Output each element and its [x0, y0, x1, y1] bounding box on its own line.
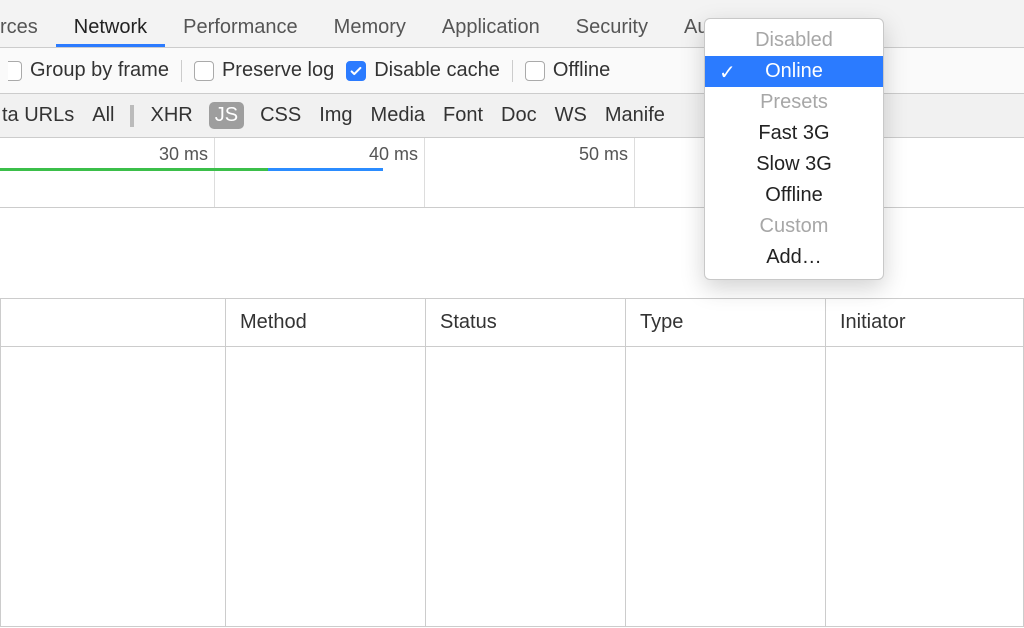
disable-cache-label: Disable cache [374, 59, 500, 82]
filter-all[interactable]: All [90, 104, 116, 127]
menu-item-fast-3g[interactable]: Fast 3G [705, 118, 883, 149]
checkbox-icon [8, 61, 22, 81]
toolbar-separator [512, 60, 513, 82]
tab-memory[interactable]: Memory [316, 6, 424, 47]
filter-manifest-truncated[interactable]: Manife [603, 104, 667, 127]
column-type[interactable]: Type [626, 299, 826, 347]
checkbox-icon [194, 61, 214, 81]
toolbar-separator [181, 60, 182, 82]
offline-label: Offline [553, 59, 610, 82]
timeline-bar-dom [0, 168, 268, 171]
network-request-table: Method Status Type Initiator [0, 298, 1024, 627]
filter-xhr[interactable]: XHR [148, 104, 194, 127]
menu-section-presets: Presets [705, 87, 883, 118]
timeline-tick-label: 40 ms [369, 144, 424, 165]
timeline-tick-label: 30 ms [159, 144, 214, 165]
preserve-log-label: Preserve log [222, 59, 334, 82]
tab-performance[interactable]: Performance [165, 6, 316, 47]
filter-img[interactable]: Img [317, 104, 354, 127]
menu-section-disabled: Disabled [705, 25, 883, 56]
table-header-row: Method Status Type Initiator [1, 299, 1024, 347]
cell-empty [626, 347, 826, 627]
filter-js[interactable]: JS [209, 102, 244, 129]
cell-empty [426, 347, 626, 627]
filter-media[interactable]: Media [369, 104, 427, 127]
tab-sources-truncated[interactable]: rces [0, 6, 56, 47]
timeline-bar-load [268, 168, 383, 171]
tab-application[interactable]: Application [424, 6, 558, 47]
column-method[interactable]: Method [226, 299, 426, 347]
timeline-gridline [634, 138, 635, 207]
menu-section-custom: Custom [705, 211, 883, 242]
table-row [1, 347, 1024, 627]
timeline-tick-label: 50 ms [579, 144, 634, 165]
cell-empty [226, 347, 426, 627]
cell-empty [1, 347, 226, 627]
filter-label-truncated: ta URLs [0, 104, 76, 127]
filter-separator [130, 105, 134, 127]
filter-font[interactable]: Font [441, 104, 485, 127]
tab-security[interactable]: Security [558, 6, 666, 47]
timeline-gridline [424, 138, 425, 207]
group-by-frame-checkbox[interactable]: Group by frame [8, 59, 169, 82]
preserve-log-checkbox[interactable]: Preserve log [194, 59, 334, 82]
column-status[interactable]: Status [426, 299, 626, 347]
filter-css[interactable]: CSS [258, 104, 303, 127]
menu-item-online[interactable]: Online [705, 56, 883, 87]
menu-item-add[interactable]: Add… [705, 242, 883, 273]
menu-item-offline[interactable]: Offline [705, 180, 883, 211]
filter-ws[interactable]: WS [553, 104, 589, 127]
cell-empty [826, 347, 1024, 627]
column-initiator[interactable]: Initiator [826, 299, 1024, 347]
timeline-gridline [214, 138, 215, 207]
filter-doc[interactable]: Doc [499, 104, 539, 127]
disable-cache-checkbox[interactable]: Disable cache [346, 59, 500, 82]
column-name[interactable] [1, 299, 226, 347]
offline-checkbox[interactable]: Offline [525, 59, 610, 82]
menu-item-slow-3g[interactable]: Slow 3G [705, 149, 883, 180]
throttling-menu[interactable]: Disabled Online Presets Fast 3G Slow 3G … [704, 18, 884, 280]
tab-network[interactable]: Network [56, 6, 165, 47]
group-by-frame-label: Group by frame [30, 59, 169, 82]
checkbox-icon [525, 61, 545, 81]
checkbox-checked-icon [346, 61, 366, 81]
